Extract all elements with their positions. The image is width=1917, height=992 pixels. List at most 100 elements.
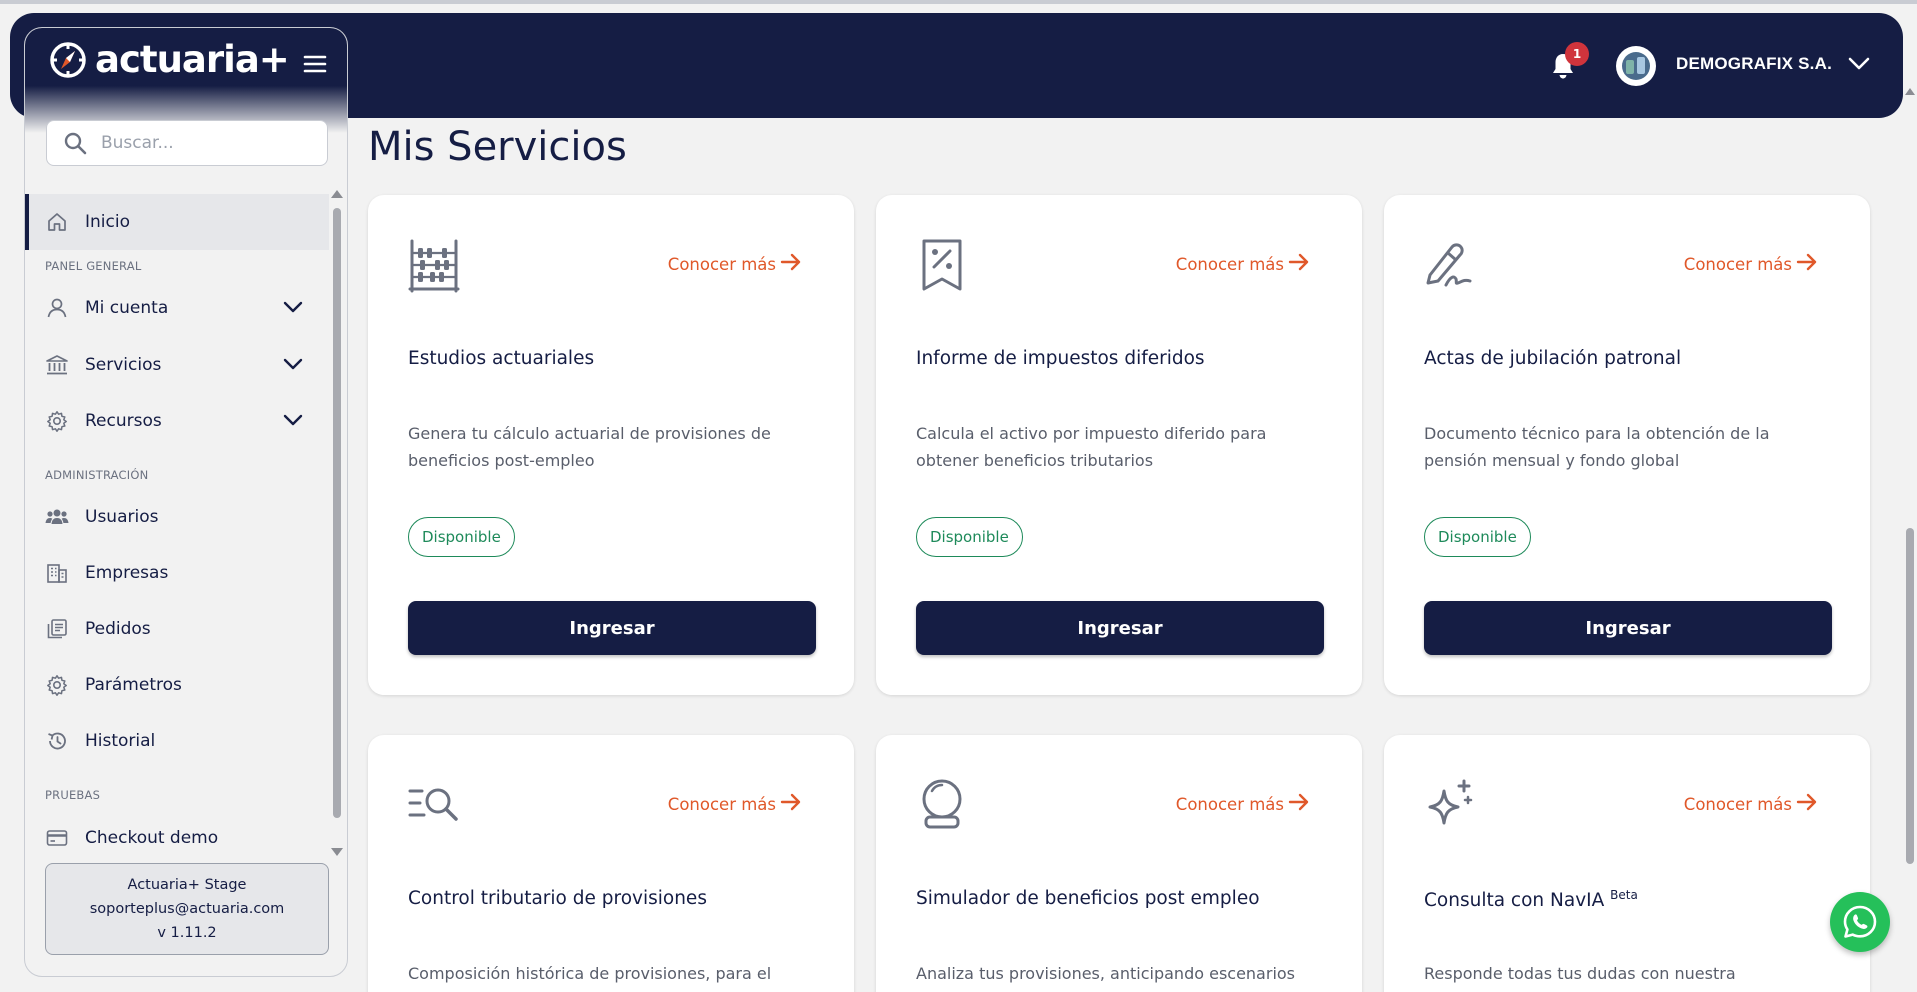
learn-more-link[interactable]: Conocer más (668, 793, 802, 815)
gear-icon (45, 673, 69, 697)
learn-more-link[interactable]: Conocer más (1176, 793, 1310, 815)
sidebar-item-checkout-demo[interactable]: Checkout demo (25, 810, 329, 866)
service-card-actas-jubilacion: Conocer más Actas de jubilación patronal… (1384, 195, 1870, 695)
section-label-pruebas: PRUEBAS (45, 788, 101, 802)
chevron-down-icon[interactable] (283, 299, 303, 318)
whatsapp-icon (1843, 905, 1877, 938)
arrow-right-icon (1796, 253, 1818, 275)
sidebar-item-parametros[interactable]: Parámetros (25, 657, 329, 713)
enter-button[interactable]: Ingresar (1424, 601, 1832, 655)
learn-more-link[interactable]: Conocer más (1684, 793, 1818, 815)
status-badge: Disponible (1424, 517, 1531, 557)
arrow-right-icon (780, 793, 802, 815)
section-label-administracion: ADMINISTRACIÓN (45, 468, 149, 482)
home-icon (45, 210, 69, 234)
card-title: Consulta con NavIA Beta (1424, 888, 1638, 911)
sidebar-item-label: Recursos (85, 411, 162, 431)
card-title: Actas de jubilación patronal (1424, 348, 1682, 369)
brand-name: actuaria+ (95, 38, 290, 81)
sidebar-item-servicios[interactable]: Servicios (25, 337, 329, 393)
sidebar-search[interactable] (46, 120, 328, 166)
company-avatar[interactable] (1616, 46, 1656, 86)
sidebar-item-label: Mi cuenta (85, 298, 169, 318)
app-version: v 1.11.2 (157, 925, 217, 941)
card-description: Composición histórica de provisiones, pa… (408, 964, 772, 983)
scroll-down-arrow-icon[interactable] (331, 848, 343, 856)
sidebar-item-label: Pedidos (85, 619, 151, 639)
gear-icon (45, 409, 69, 433)
sidebar-item-label: Servicios (85, 355, 162, 375)
sidebar-item-inicio[interactable]: Inicio (25, 194, 329, 250)
card-description: Responde todas tus dudas con nuestra int… (1424, 964, 1736, 992)
company-logo-icon (1622, 52, 1650, 80)
scroll-up-arrow-icon[interactable] (1905, 88, 1915, 95)
orders-list-icon (45, 617, 69, 641)
card-title: Simulador de beneficios post empleo (916, 888, 1260, 909)
arrow-right-icon (1288, 793, 1310, 815)
beta-tag: Beta (1610, 888, 1638, 902)
service-card-simulador-beneficios: Conocer más Simulador de beneficios post… (876, 735, 1362, 992)
abacus-icon (406, 237, 462, 293)
enter-button[interactable]: Ingresar (916, 601, 1324, 655)
sidebar-item-label: Checkout demo (85, 828, 219, 848)
company-name[interactable]: DEMOGRAFIX S.A. (1676, 54, 1832, 74)
card-title-text: Consulta con NavIA (1424, 890, 1605, 912)
menu-hamburger-icon[interactable] (303, 54, 327, 78)
service-card-impuestos-diferidos: Conocer más Informe de impuestos diferid… (876, 195, 1362, 695)
status-badge: Disponible (408, 517, 515, 557)
compass-logo-icon (50, 41, 86, 78)
sidebar-item-recursos[interactable]: Recursos (25, 393, 329, 449)
chevron-down-icon[interactable] (283, 356, 303, 375)
sidebar-item-empresas[interactable]: Empresas (25, 545, 329, 601)
card-description: Calcula el activo por impuesto diferido … (916, 424, 1267, 470)
card-title: Informe de impuestos diferidos (916, 348, 1205, 369)
chevron-down-icon[interactable] (283, 412, 303, 431)
learn-more-link[interactable]: Conocer más (668, 253, 802, 275)
scroll-up-arrow-icon[interactable] (331, 190, 343, 198)
card-description: Analiza tus provisiones, anticipando esc… (916, 964, 1296, 983)
user-icon (45, 296, 69, 320)
card-description: Documento técnico para la obtención de l… (1424, 424, 1770, 470)
sidebar-scrollbar[interactable] (333, 208, 341, 818)
learn-more-label: Conocer más (667, 794, 776, 814)
sidebar: actuaria+ Inicio PANEL GENERAL Mi cuenta… (24, 27, 348, 977)
sidebar-item-mi-cuenta[interactable]: Mi cuenta (25, 280, 329, 336)
brand-logo[interactable]: actuaria+ (47, 38, 290, 81)
sidebar-item-label: Parámetros (85, 675, 182, 695)
learn-more-label: Conocer más (1175, 254, 1284, 274)
users-group-icon (45, 505, 69, 529)
tax-receipt-icon (914, 237, 970, 293)
list-search-icon (406, 777, 462, 833)
card-description: Genera tu cálculo actuarial de provision… (408, 424, 771, 470)
learn-more-label: Conocer más (1175, 794, 1284, 814)
chevron-down-icon[interactable] (1848, 56, 1870, 75)
arrow-right-icon (1288, 253, 1310, 275)
bank-icon (45, 353, 69, 377)
sidebar-item-usuarios[interactable]: Usuarios (25, 489, 329, 545)
building-icon (45, 561, 69, 585)
learn-more-label: Conocer más (1683, 794, 1792, 814)
sidebar-item-historial[interactable]: Historial (25, 713, 329, 769)
service-card-consulta-navia: Conocer más Consulta con NavIA Beta Resp… (1384, 735, 1870, 992)
credit-card-icon (45, 826, 69, 850)
search-input[interactable] (101, 133, 301, 153)
sidebar-item-pedidos[interactable]: Pedidos (25, 601, 329, 657)
learn-more-link[interactable]: Conocer más (1176, 253, 1310, 275)
status-badge: Disponible (916, 517, 1023, 557)
section-label-panel-general: PANEL GENERAL (45, 259, 142, 273)
learn-more-label: Conocer más (1683, 254, 1792, 274)
whatsapp-chat-button[interactable] (1830, 892, 1890, 952)
card-title: Estudios actuariales (408, 348, 595, 369)
environment-name: Actuaria+ Stage (127, 877, 247, 893)
arrow-right-icon (780, 253, 802, 275)
notification-count-badge: 1 (1565, 42, 1589, 66)
learn-more-link[interactable]: Conocer más (1684, 253, 1818, 275)
main-scrollbar[interactable] (1906, 528, 1914, 864)
environment-info: Actuaria+ Stage soporteplus@actuaria.com… (45, 863, 329, 955)
sidebar-item-label: Inicio (85, 212, 130, 232)
sparkles-icon (1422, 777, 1478, 833)
sidebar-item-label: Empresas (85, 563, 169, 583)
service-card-estudios-actuariales: Conocer más Estudios actuariales Genera … (368, 195, 854, 695)
enter-button[interactable]: Ingresar (408, 601, 816, 655)
support-email: soporteplus@actuaria.com (89, 901, 285, 917)
